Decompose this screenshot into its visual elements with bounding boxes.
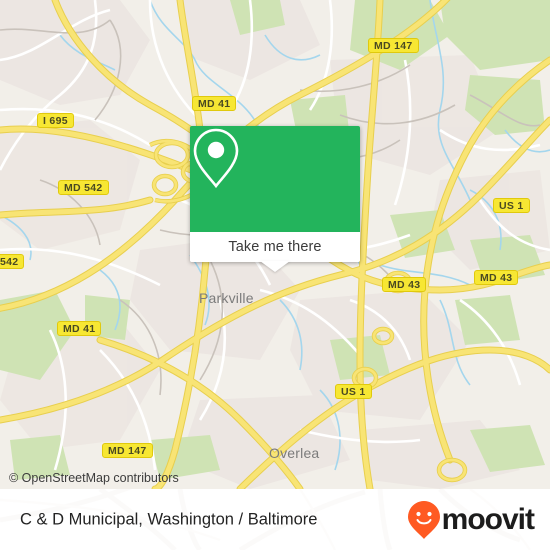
road-shield-md41-south: MD 41 xyxy=(57,321,102,336)
road-shield-md147-north: MD 147 xyxy=(368,38,419,53)
road-shield-us1-south: US 1 xyxy=(335,384,372,399)
road-shield-542-edge: 542 xyxy=(0,254,25,269)
road-shield-md542: MD 542 xyxy=(58,180,109,195)
location-title: C & D Municipal, Washington / Baltimore xyxy=(20,510,318,528)
callout-pointer xyxy=(260,261,290,272)
footer-bar: C & D Municipal, Washington / Baltimore … xyxy=(0,489,550,550)
osm-attribution[interactable]: © OpenStreetMap contributors xyxy=(9,471,179,485)
callout-action-area[interactable]: Take me there xyxy=(190,232,360,272)
road-shield-i695: I 695 xyxy=(37,113,74,128)
road-shield-us1-east: US 1 xyxy=(493,198,530,213)
road-shield-md43-east: MD 43 xyxy=(474,270,519,285)
road-shield-md41-north: MD 41 xyxy=(192,96,237,111)
map-pin-icon xyxy=(193,128,239,189)
screenshot-root: Parkville Overlea MD 147 MD 41 I 695 MD … xyxy=(0,0,550,550)
map-place-label: Parkville xyxy=(199,290,254,306)
moovit-wordmark: moovit xyxy=(441,502,535,536)
map-canvas[interactable]: Parkville Overlea MD 147 MD 41 I 695 MD … xyxy=(0,0,550,489)
take-me-there-button[interactable]: Take me there xyxy=(228,239,321,255)
road-shield-md43-west: MD 43 xyxy=(382,277,427,292)
road-shield-md147-south: MD 147 xyxy=(102,443,153,458)
map-place-label: Overlea xyxy=(269,445,320,461)
location-callout-card[interactable]: Take me there xyxy=(190,126,360,272)
callout-icon-area xyxy=(190,126,360,232)
moovit-logo[interactable]: moovit xyxy=(407,500,535,540)
moovit-pin-icon xyxy=(407,500,440,539)
